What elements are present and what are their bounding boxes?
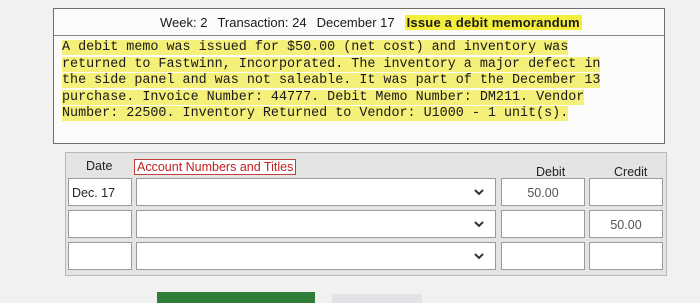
credit-field[interactable]: 50.00 [589, 210, 663, 238]
chevron-down-icon [474, 221, 484, 228]
transaction-label: Transaction: 24 [217, 14, 307, 30]
task-title: Issue a debit memorandum [404, 14, 582, 30]
description-line: purchase. Invoice Number: 44777. Debit M… [62, 89, 585, 105]
debit-header: Debit [536, 165, 566, 179]
description-line: Number: 22500. Inventory Returned to Ven… [62, 106, 569, 121]
debit-field[interactable] [501, 210, 585, 238]
debit-field[interactable] [501, 242, 585, 270]
credit-field[interactable] [589, 178, 663, 206]
account-header: Account Numbers and Titles [134, 159, 297, 175]
account-select[interactable] [136, 242, 496, 270]
submit-button[interactable] [157, 292, 315, 303]
date-cell[interactable] [68, 210, 132, 238]
description-line: A debit memo was issued for $50.00 (net … [62, 40, 569, 55]
date-header: Date [86, 159, 113, 173]
transaction-date: December 17 [316, 14, 395, 30]
week-label: Week: 2 [160, 14, 208, 30]
secondary-button[interactable] [332, 294, 422, 303]
account-select[interactable] [136, 178, 496, 206]
description-line: the side panel and was not saleable. It … [62, 73, 601, 88]
credit-header: Credit [614, 165, 648, 179]
date-cell[interactable]: Dec. 17 [68, 178, 132, 206]
journal-table: Date Account Numbers and Titles Debit Cr… [65, 152, 667, 276]
account-select[interactable] [136, 210, 496, 238]
debit-field[interactable]: 50.00 [501, 178, 585, 206]
credit-field[interactable] [589, 242, 663, 270]
chevron-down-icon [474, 189, 484, 196]
task-header: Week: 2 Transaction: 24 December 17 Issu… [54, 9, 664, 36]
task-panel: Week: 2 Transaction: 24 December 17 Issu… [53, 8, 665, 144]
date-cell[interactable] [68, 242, 132, 270]
task-description: A debit memo was issued for $50.00 (net … [62, 40, 662, 123]
description-line: returned to Fastwinn, Incorporated. The … [62, 56, 601, 72]
chevron-down-icon [474, 253, 484, 260]
